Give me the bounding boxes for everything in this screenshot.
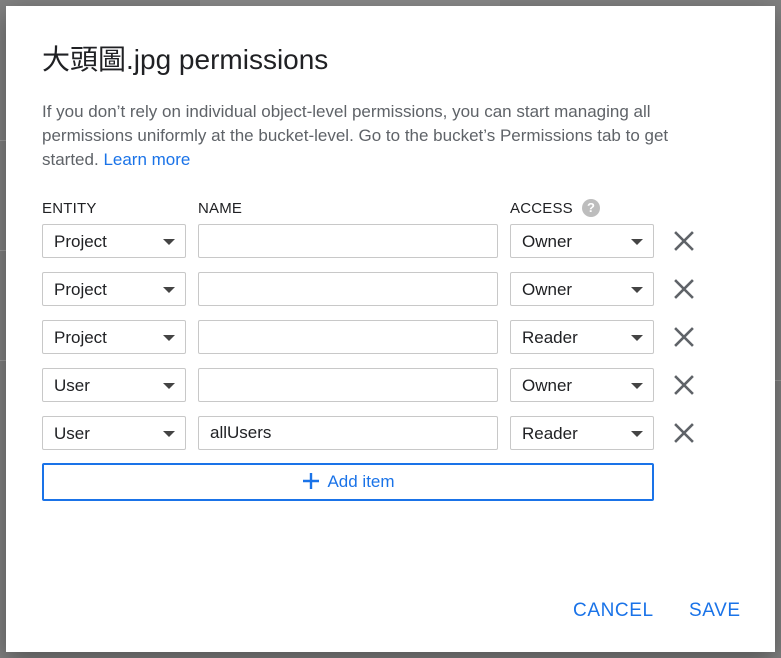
access-select[interactable]: Reader bbox=[510, 320, 654, 354]
entity-select-value: Project bbox=[54, 280, 107, 299]
save-button[interactable]: SAVE bbox=[689, 600, 741, 622]
access-select-value: Owner bbox=[522, 232, 573, 251]
access-select-value: Owner bbox=[522, 280, 573, 299]
name-field[interactable] bbox=[198, 416, 498, 450]
add-item-label: Add item bbox=[327, 472, 395, 491]
access-select[interactable]: Owner bbox=[510, 272, 654, 306]
entity-select-value: Project bbox=[54, 232, 107, 251]
access-select[interactable]: Owner bbox=[510, 224, 654, 258]
name-input[interactable] bbox=[199, 273, 497, 305]
entity-select-value: User bbox=[54, 376, 90, 395]
entity-select-value: Project bbox=[54, 328, 107, 347]
access-column-header: ACCESS bbox=[510, 200, 573, 217]
dialog-title: 大頭圖.jpg permissions bbox=[42, 44, 329, 75]
add-item-button[interactable]: Add item bbox=[42, 463, 654, 501]
name-input[interactable] bbox=[199, 369, 497, 401]
caret-down-icon bbox=[631, 239, 643, 245]
caret-down-icon bbox=[631, 335, 643, 341]
name-field[interactable] bbox=[198, 272, 498, 306]
entity-select[interactable]: Project bbox=[42, 224, 186, 258]
access-select-value: Owner bbox=[522, 376, 573, 395]
permissions-dialog: 大頭圖.jpg permissions If you don’t rely on… bbox=[6, 6, 775, 652]
caret-down-icon bbox=[631, 431, 643, 437]
entity-select[interactable]: Project bbox=[42, 320, 186, 354]
caret-down-icon bbox=[163, 383, 175, 389]
name-column-header: NAME bbox=[198, 200, 243, 217]
entity-select[interactable]: User bbox=[42, 368, 186, 402]
remove-row-button[interactable] bbox=[671, 228, 697, 254]
dialog-description: If you don’t rely on individual object-l… bbox=[42, 100, 702, 172]
add-item-content: Add item bbox=[44, 465, 652, 499]
name-input[interactable] bbox=[199, 417, 497, 449]
plus-icon bbox=[303, 473, 320, 490]
close-icon bbox=[674, 423, 694, 443]
close-icon bbox=[674, 375, 694, 395]
access-select-value: Reader bbox=[522, 328, 578, 347]
cancel-button[interactable]: CANCEL bbox=[573, 600, 654, 622]
name-field[interactable] bbox=[198, 320, 498, 354]
caret-down-icon bbox=[163, 287, 175, 293]
remove-row-button[interactable] bbox=[671, 372, 697, 398]
caret-down-icon bbox=[631, 383, 643, 389]
close-icon bbox=[674, 327, 694, 347]
close-icon bbox=[674, 279, 694, 299]
name-input[interactable] bbox=[199, 225, 497, 257]
caret-down-icon bbox=[631, 287, 643, 293]
learn-more-link[interactable]: Learn more bbox=[103, 150, 190, 169]
remove-row-button[interactable] bbox=[671, 420, 697, 446]
entity-select[interactable]: User bbox=[42, 416, 186, 450]
caret-down-icon bbox=[163, 431, 175, 437]
close-icon bbox=[674, 231, 694, 251]
caret-down-icon bbox=[163, 335, 175, 341]
remove-row-button[interactable] bbox=[671, 276, 697, 302]
entity-select-value: User bbox=[54, 424, 90, 443]
backdrop-divider bbox=[775, 380, 781, 381]
access-select[interactable]: Owner bbox=[510, 368, 654, 402]
name-field[interactable] bbox=[198, 224, 498, 258]
name-input[interactable] bbox=[199, 321, 497, 353]
access-select[interactable]: Reader bbox=[510, 416, 654, 450]
name-field[interactable] bbox=[198, 368, 498, 402]
entity-column-header: ENTITY bbox=[42, 200, 97, 217]
help-circle-icon[interactable]: ? bbox=[582, 199, 600, 217]
caret-down-icon bbox=[163, 239, 175, 245]
entity-select[interactable]: Project bbox=[42, 272, 186, 306]
remove-row-button[interactable] bbox=[671, 324, 697, 350]
access-select-value: Reader bbox=[522, 424, 578, 443]
